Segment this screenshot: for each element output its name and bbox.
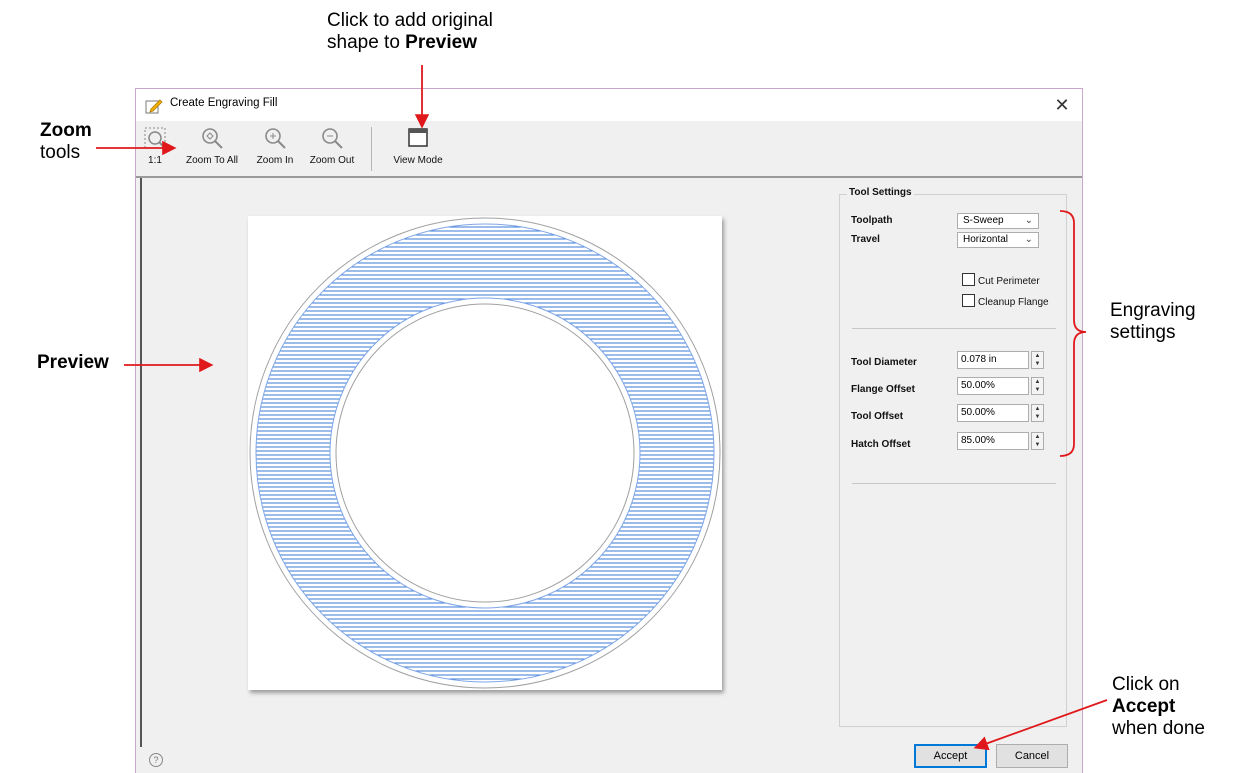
- view-mode-icon: [408, 128, 428, 147]
- zoom-out-label: Zoom Out: [309, 155, 355, 166]
- zoom-to-all-button[interactable]: Zoom To All: [184, 123, 240, 173]
- annotation-view-mode-line1: Click to add original: [327, 10, 493, 31]
- ring-outline: [335, 303, 635, 603]
- preview-canvas: [248, 216, 722, 690]
- annotation-accept-bold: Accept: [1112, 696, 1176, 717]
- spinner-arrows-icon[interactable]: ▲ ▼: [1031, 432, 1044, 450]
- flange-offset-label: Flange Offset: [851, 384, 915, 395]
- toolpath-value: S-Sweep: [963, 215, 1004, 226]
- one-to-one-label: 1:1: [148, 155, 162, 166]
- tool-diameter-label: Tool Diameter: [851, 357, 917, 368]
- help-icon[interactable]: ?: [149, 753, 163, 767]
- one-to-one-button[interactable]: 1:1: [142, 123, 168, 173]
- flange-offset-input[interactable]: 50.00%: [957, 377, 1029, 395]
- pencil-edit-icon: [145, 99, 163, 114]
- toolbar: 1:1 Zoom To All Zoom In Zoom Out View Mo…: [136, 121, 1082, 178]
- spinner-arrows-icon[interactable]: ▲ ▼: [1031, 404, 1044, 422]
- checkbox-box: [962, 273, 975, 286]
- toolpath-select[interactable]: S-Sweep ⌄: [957, 213, 1039, 229]
- spinner-arrows-icon[interactable]: ▲ ▼: [1031, 377, 1044, 395]
- annotation-accept-line3: when done: [1112, 718, 1205, 739]
- zoom-to-all-icon: [202, 128, 223, 149]
- zoom-in-button[interactable]: Zoom In: [255, 123, 295, 173]
- accept-button[interactable]: Accept: [914, 744, 987, 768]
- zoom-in-icon: [265, 128, 286, 149]
- chevron-down-icon: ⌄: [1024, 234, 1033, 245]
- create-engraving-fill-dialog: Create Engraving Fill ✕ 1:1 Zoom To All: [135, 88, 1083, 773]
- annotation-accept-line1: Click on: [1112, 674, 1180, 695]
- cleanup-flange-checkbox[interactable]: Cleanup Flange: [962, 294, 1049, 308]
- travel-value: Horizontal: [963, 234, 1009, 245]
- ring-outline: [249, 217, 721, 689]
- zoom-out-icon: [322, 128, 343, 149]
- annotation-accept: Click on Accept when done: [1112, 674, 1205, 740]
- annotation-view-mode-line2: shape to: [327, 32, 406, 53]
- title-bar: Create Engraving Fill ✕: [136, 89, 1082, 121]
- preview-area[interactable]: [140, 178, 828, 747]
- hatch-offset-spinner[interactable]: 85.00% ▲ ▼: [957, 432, 1044, 450]
- travel-select[interactable]: Horizontal ⌄: [957, 232, 1039, 248]
- chevron-down-icon: ⌄: [1024, 215, 1033, 226]
- annotation-view-mode-bold: Preview: [405, 32, 477, 53]
- toolpath-label: Toolpath: [851, 215, 893, 226]
- annotation-view-mode: Click to add original shape to Preview: [327, 10, 493, 54]
- cleanup-flange-label: Cleanup Flange: [978, 297, 1049, 308]
- zoom-out-button[interactable]: Zoom Out: [308, 123, 356, 173]
- hatch-offset-input[interactable]: 85.00%: [957, 432, 1029, 450]
- tool-settings-group: Tool Settings Toolpath S-Sweep ⌄ Travel …: [839, 187, 1067, 727]
- annotation-zoom-bold: Zoom: [40, 120, 92, 141]
- tool-offset-label: Tool Offset: [851, 411, 904, 422]
- close-button[interactable]: ✕: [1042, 89, 1082, 121]
- spinner-arrows-icon[interactable]: ▲ ▼: [1031, 351, 1044, 369]
- annotation-preview: Preview: [37, 352, 109, 374]
- annotation-engraving: Engraving settings: [1110, 300, 1196, 344]
- annotation-zoom-rest: tools: [40, 142, 81, 163]
- tool-offset-input[interactable]: 50.00%: [957, 404, 1029, 422]
- cut-perimeter-checkbox[interactable]: Cut Perimeter: [962, 273, 1040, 287]
- zoom-to-all-label: Zoom To All: [185, 155, 239, 166]
- travel-label: Travel: [851, 234, 880, 245]
- zoom-in-label: Zoom In: [256, 155, 294, 166]
- hatch-offset-label: Hatch Offset: [851, 439, 911, 450]
- zoom-one-to-one-icon: [144, 127, 166, 149]
- cut-perimeter-label: Cut Perimeter: [978, 276, 1040, 287]
- flange-offset-spinner[interactable]: 50.00% ▲ ▼: [957, 377, 1044, 395]
- tool-diameter-spinner[interactable]: 0.078 in ▲ ▼: [957, 351, 1044, 369]
- ring-outline: [329, 297, 641, 609]
- annotation-zoom: Zoom tools: [40, 120, 92, 164]
- engraving-ring-preview: [249, 217, 721, 689]
- annotation-engraving-line2: settings: [1110, 322, 1176, 343]
- view-mode-label: View Mode: [393, 155, 443, 166]
- cancel-button[interactable]: Cancel: [996, 744, 1068, 768]
- checkbox-box: [962, 294, 975, 307]
- annotation-engraving-line1: Engraving: [1110, 300, 1196, 321]
- tool-offset-spinner[interactable]: 50.00% ▲ ▼: [957, 404, 1044, 422]
- divider: [852, 483, 1056, 484]
- toolbar-separator: [371, 127, 372, 171]
- tool-settings-title: Tool Settings: [847, 187, 914, 198]
- tool-diameter-input[interactable]: 0.078 in: [957, 351, 1029, 369]
- annotation-preview-bold: Preview: [37, 352, 109, 373]
- divider: [852, 328, 1056, 329]
- view-mode-button[interactable]: View Mode: [390, 123, 446, 173]
- ring-outline: [255, 223, 715, 683]
- dialog-title: Create Engraving Fill: [170, 97, 278, 109]
